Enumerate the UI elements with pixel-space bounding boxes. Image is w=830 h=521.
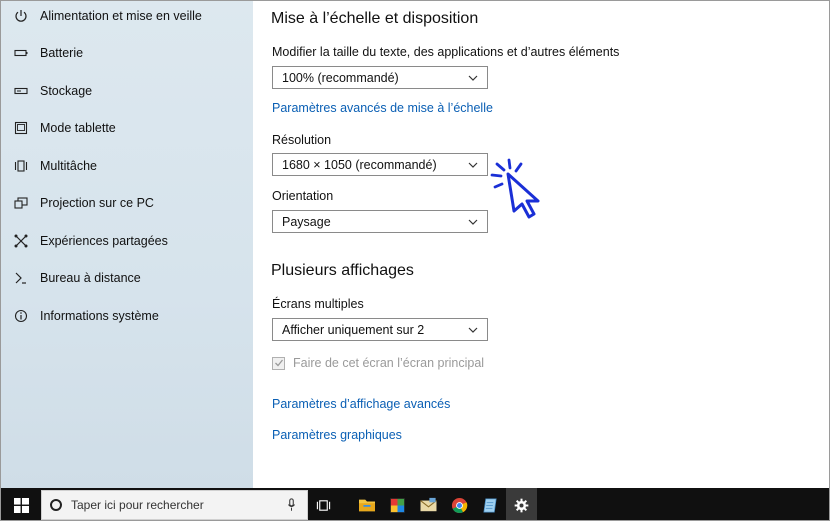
multiple-displays-label: Écrans multiples	[272, 297, 364, 311]
settings-window: Alimentation et mise en veille Batterie …	[0, 0, 830, 521]
orientation-label: Orientation	[272, 189, 334, 203]
microphone-icon[interactable]	[285, 497, 297, 513]
multiple-displays-dropdown[interactable]: Afficher uniquement sur 2	[272, 318, 488, 341]
sidebar-item-label: Informations système	[40, 308, 159, 323]
sidebar-item-about[interactable]: Informations système	[1, 297, 253, 334]
battery-icon	[13, 45, 29, 61]
taskbar-search-placeholder: Taper ici pour rechercher	[71, 498, 204, 512]
display-settings-panel: Mise à l’échelle et disposition Modifier…	[253, 1, 829, 488]
multiple-displays-dropdown-value: Afficher uniquement sur 2	[282, 322, 425, 337]
remote-desktop-icon	[13, 270, 29, 286]
resolution-label: Résolution	[272, 133, 332, 147]
taskbar-settings[interactable]	[506, 488, 537, 520]
sidebar-item-label: Mode tablette	[40, 120, 116, 135]
main-display-checkbox-label: Faire de cet écran l’écran principal	[293, 356, 485, 370]
task-view-button[interactable]	[308, 488, 339, 520]
sidebar-item-multitask[interactable]: Multitâche	[1, 147, 253, 184]
taskbar: Taper ici pour rechercher	[1, 488, 829, 520]
shared-experiences-icon	[13, 233, 29, 249]
scale-dropdown-value: 100% (recommandé)	[282, 70, 399, 85]
projection-icon	[13, 195, 29, 211]
sidebar-item-projection[interactable]: Projection sur ce PC	[1, 184, 253, 221]
scale-layout-heading: Mise à l’échelle et disposition	[271, 10, 479, 27]
graphics-settings-link[interactable]: Paramètres graphiques	[272, 428, 402, 442]
advanced-scaling-link[interactable]: Paramètres avancés de mise à l’échelle	[272, 101, 493, 115]
chrome-icon	[451, 497, 468, 513]
info-icon	[13, 308, 29, 324]
sidebar-item-tablet[interactable]: Mode tablette	[1, 109, 253, 146]
main-display-option: Faire de cet écran l’écran principal	[272, 356, 484, 370]
sidebar-item-shared[interactable]: Expériences partagées	[1, 222, 253, 259]
sidebar-item-label: Stockage	[40, 83, 93, 98]
chevron-down-icon	[467, 72, 479, 84]
windows-logo-icon	[13, 497, 29, 513]
sidebar-item-label: Alimentation et mise en veille	[40, 8, 202, 23]
taskbar-notepad[interactable]	[475, 488, 506, 520]
storage-icon	[13, 83, 29, 99]
taskbar-file-explorer[interactable]	[351, 488, 382, 520]
multiple-displays-heading: Plusieurs affichages	[271, 262, 414, 279]
cortana-icon	[50, 499, 62, 511]
power-icon	[13, 8, 29, 24]
orientation-dropdown[interactable]: Paysage	[272, 210, 488, 233]
task-view-icon	[316, 499, 331, 511]
sidebar-item-label: Bureau à distance	[40, 270, 141, 285]
tablet-icon	[13, 120, 29, 136]
taskbar-chrome[interactable]	[444, 488, 475, 520]
sidebar-item-storage[interactable]: Stockage	[1, 72, 253, 109]
resolution-dropdown[interactable]: 1680 × 1050 (recommandé)	[272, 153, 488, 176]
chevron-down-icon	[467, 159, 479, 171]
chevron-down-icon	[467, 324, 479, 336]
start-button[interactable]	[1, 488, 41, 520]
settings-icon	[514, 498, 529, 512]
orientation-dropdown-value: Paysage	[282, 214, 331, 229]
advanced-display-settings-link[interactable]: Paramètres d’affichage avancés	[272, 397, 450, 411]
checkmark-icon	[274, 359, 283, 367]
sidebar-item-label: Expériences partagées	[40, 233, 168, 248]
sidebar-item-remote[interactable]: Bureau à distance	[1, 259, 253, 296]
mouse-cursor-click-icon	[490, 158, 540, 219]
multitask-icon	[13, 158, 29, 174]
sidebar: Alimentation et mise en veille Batterie …	[1, 1, 253, 488]
scale-dropdown[interactable]: 100% (recommandé)	[272, 66, 488, 89]
photos-icon	[389, 497, 406, 513]
sidebar-item-battery[interactable]: Batterie	[1, 34, 253, 71]
sidebar-item-label: Projection sur ce PC	[40, 195, 154, 210]
sidebar-item-power[interactable]: Alimentation et mise en veille	[1, 1, 253, 34]
file-explorer-icon	[358, 499, 375, 512]
sidebar-item-label: Multitâche	[40, 158, 97, 173]
sidebar-item-label: Batterie	[40, 45, 84, 60]
resolution-dropdown-value: 1680 × 1050 (recommandé)	[282, 157, 437, 172]
notepad-icon	[483, 498, 497, 512]
scale-label: Modifier la taille du texte, des applica…	[272, 45, 620, 59]
mail-icon	[420, 497, 437, 512]
taskbar-mail[interactable]	[413, 488, 444, 520]
taskbar-photos[interactable]	[382, 488, 413, 520]
taskbar-search-box[interactable]: Taper ici pour rechercher	[41, 490, 308, 520]
main-display-checkbox[interactable]	[272, 356, 285, 370]
chevron-down-icon	[467, 216, 479, 228]
